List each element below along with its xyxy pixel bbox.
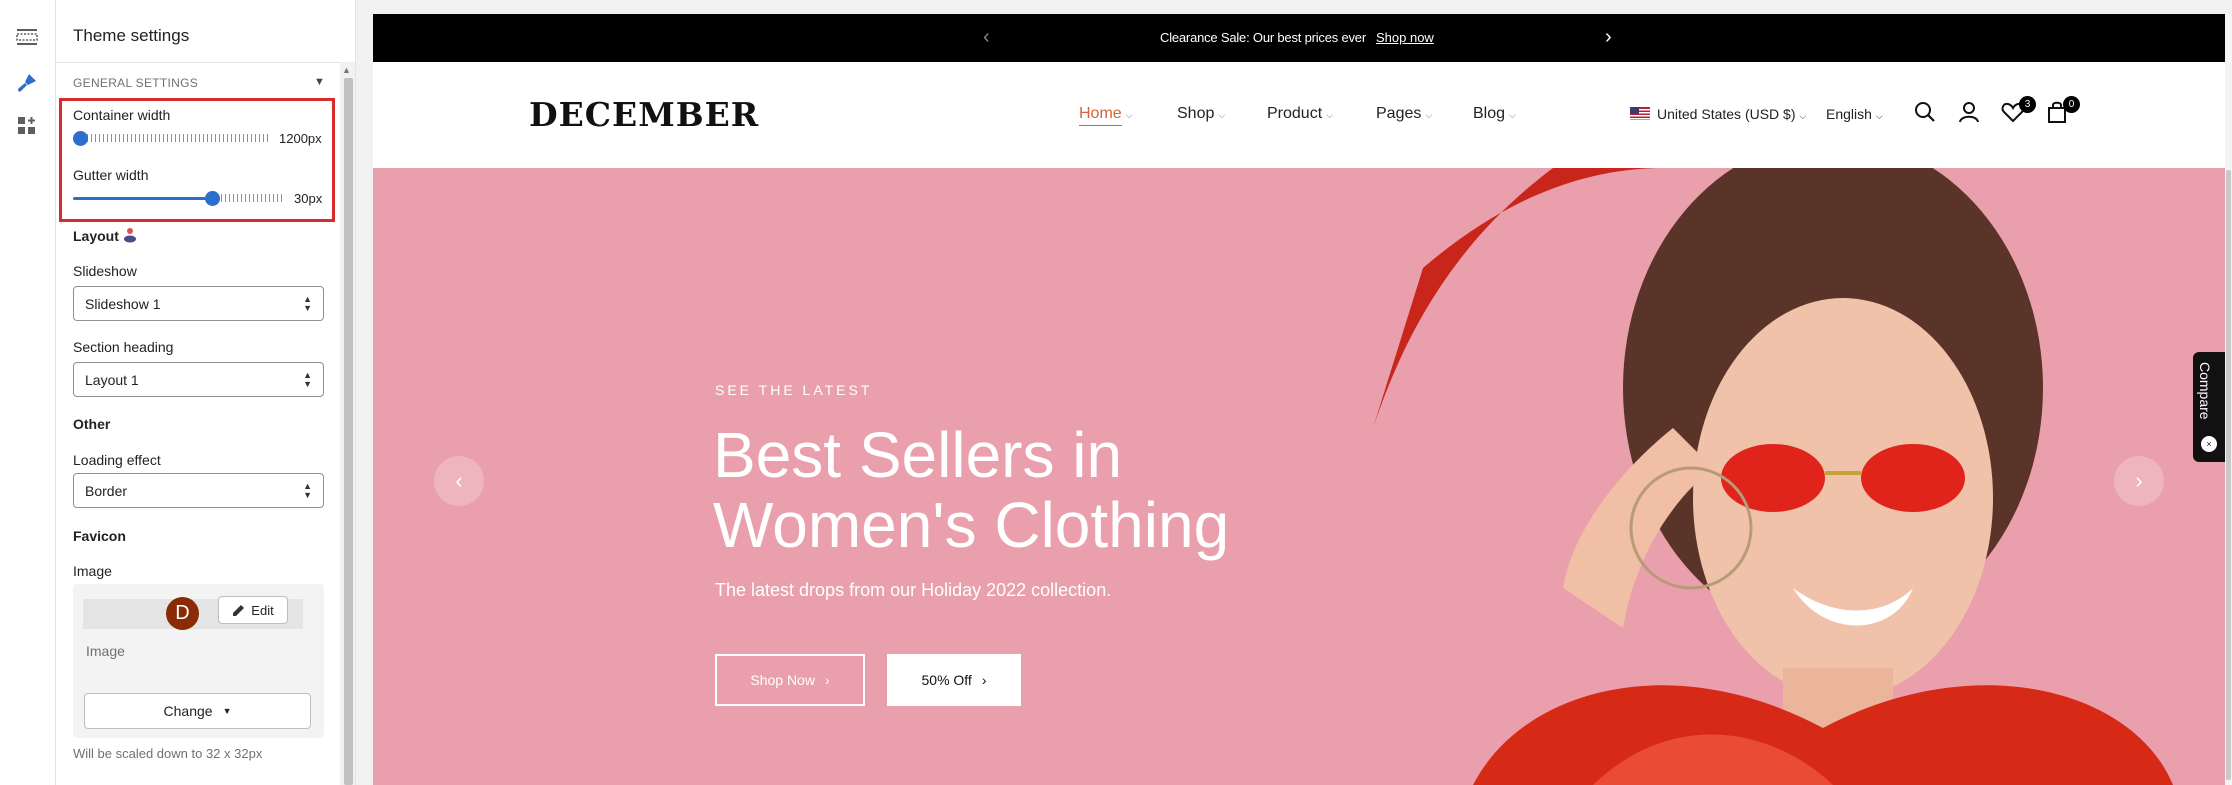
layout-badge-icon — [123, 227, 137, 248]
slide-prev-button[interactable]: ‹ — [434, 456, 484, 506]
chevron-down-icon: ⌵ — [1799, 111, 1807, 121]
wishlist-count-badge: 3 — [2019, 96, 2036, 113]
chevron-right-icon: › — [2135, 468, 2143, 493]
nav-pages[interactable]: Pages ⌵ — [1376, 105, 1432, 123]
chevron-left-icon[interactable]: ‹ — [983, 26, 990, 49]
chevron-right-icon: › — [981, 672, 987, 688]
nav-home[interactable]: Home ⌵ — [1079, 105, 1133, 126]
other-heading: Other — [73, 416, 111, 432]
section-heading-select[interactable]: Layout 1 ▲ ▼ — [73, 362, 324, 397]
hero-slideshow: SEE THE LATEST Best Sellers in Women's C… — [373, 168, 2225, 785]
announcement-text: Clearance Sale: Our best prices ever — [1160, 30, 1366, 45]
loading-effect-select-value: Border — [85, 483, 128, 499]
slideshow-select[interactable]: Slideshow 1 ▲ ▼ — [73, 286, 324, 321]
slideshow-select-value: Slideshow 1 — [85, 296, 161, 312]
fifty-off-label: 50% Off — [921, 672, 972, 688]
announcement-link[interactable]: Shop now — [1376, 30, 1434, 45]
account-icon[interactable] — [1957, 100, 1983, 126]
slideshow-label: Slideshow — [73, 263, 137, 279]
chevron-right-icon[interactable]: › — [1605, 26, 1612, 49]
edit-image-button[interactable]: Edit — [218, 596, 288, 624]
nav-product[interactable]: Product ⌵ — [1267, 105, 1333, 123]
chevron-down-icon: ⌵ — [1875, 111, 1883, 121]
scroll-up-arrow-icon[interactable]: ▲ — [342, 65, 351, 75]
nav-label: Pages — [1376, 105, 1422, 122]
compare-count-icon: × — [2201, 436, 2217, 452]
image-placeholder-text: Image — [86, 643, 125, 659]
hero-title: Best Sellers in Women's Clothing — [713, 419, 1230, 561]
slide-next-button[interactable]: › — [2114, 456, 2164, 506]
panel-title: Theme settings — [73, 26, 190, 45]
chevron-down-icon: ⌵ — [1509, 110, 1516, 120]
caret-down-icon: ▼ — [222, 706, 232, 716]
favicon-avatar: D — [166, 597, 199, 630]
loading-effect-select[interactable]: Border ▲ ▼ — [73, 473, 324, 508]
theme-editor: Theme settings ▲ GENERAL SETTINGS ▼ Cont… — [0, 0, 2232, 785]
panel-scroll-thumb[interactable] — [344, 78, 353, 785]
app-blocks-icon[interactable] — [12, 111, 42, 141]
fifty-off-button[interactable]: 50% Off › — [887, 654, 1021, 706]
shop-now-button[interactable]: Shop Now › — [715, 654, 865, 706]
nav-label: Home — [1079, 105, 1122, 126]
chevron-right-icon: › — [824, 672, 830, 688]
chevron-down-icon: ⌵ — [1326, 110, 1333, 120]
loading-effect-label: Loading effect — [73, 452, 161, 468]
change-label: Change — [163, 703, 213, 719]
divider — [56, 62, 355, 63]
language-selector[interactable]: English ⌵ — [1826, 106, 1883, 122]
nav-label: Blog — [1473, 105, 1506, 122]
favicon-image-label: Image — [73, 563, 112, 579]
hero-kicker: SEE THE LATEST — [715, 382, 873, 398]
caret-down-icon[interactable]: ▼ — [314, 76, 325, 88]
general-settings-caption[interactable]: GENERAL SETTINGS — [73, 76, 198, 90]
preview-scroll-thumb[interactable] — [2226, 170, 2231, 780]
favicon-image-picker: D Edit Image Change ▼ — [73, 584, 324, 738]
change-image-button[interactable]: Change ▼ — [84, 693, 311, 729]
currency-label: United States (USD $) — [1657, 106, 1796, 122]
nav-shop[interactable]: Shop ⌵ — [1177, 105, 1225, 123]
icon-rail — [0, 0, 56, 785]
nav-label: Shop — [1177, 105, 1215, 122]
nav-label: Product — [1267, 105, 1323, 122]
favicon-hint: Will be scaled down to 32 x 32px — [73, 746, 263, 761]
section-heading-select-value: Layout 1 — [85, 372, 139, 388]
theme-brush-icon[interactable] — [12, 68, 42, 98]
cart-count-badge: 0 — [2063, 96, 2080, 113]
compare-tab[interactable]: Compare × — [2193, 352, 2225, 462]
hero-subtitle: The latest drops from our Holiday 2022 c… — [715, 580, 1112, 600]
language-label: English — [1826, 106, 1872, 122]
currency-selector[interactable]: United States (USD $) ⌵ — [1657, 106, 1806, 122]
layout-heading: Layout — [73, 228, 119, 244]
chevron-down-icon: ⌵ — [1125, 110, 1133, 120]
favicon-heading: Favicon — [73, 528, 126, 544]
chevron-down-icon: ⌵ — [1425, 110, 1433, 120]
edit-label: Edit — [251, 602, 274, 618]
nav-blog[interactable]: Blog ⌵ — [1473, 105, 1516, 123]
compare-label: Compare — [2197, 362, 2213, 420]
highlight-box — [59, 98, 335, 222]
storefront-preview: ‹ Clearance Sale: Our best prices ever S… — [373, 14, 2225, 785]
us-flag-icon — [1630, 107, 1650, 125]
site-logo[interactable]: DECEMBER — [529, 95, 759, 134]
pencil-icon — [233, 604, 245, 616]
shop-now-label: Shop Now — [750, 672, 815, 688]
sections-icon[interactable] — [12, 22, 42, 52]
announcement-bar: ‹ Clearance Sale: Our best prices ever S… — [373, 14, 2225, 62]
section-heading-label: Section heading — [73, 339, 174, 355]
select-arrows-icon: ▲ ▼ — [303, 370, 312, 389]
select-arrows-icon: ▲ ▼ — [303, 481, 312, 500]
site-header: DECEMBER Home ⌵ Shop ⌵ Product ⌵ Pages ⌵ Blo… — [373, 62, 2225, 168]
chevron-down-icon: ⌵ — [1218, 110, 1226, 120]
search-icon[interactable] — [1913, 100, 1939, 126]
select-arrows-icon: ▲ ▼ — [303, 294, 312, 313]
chevron-left-icon: ‹ — [455, 468, 463, 493]
